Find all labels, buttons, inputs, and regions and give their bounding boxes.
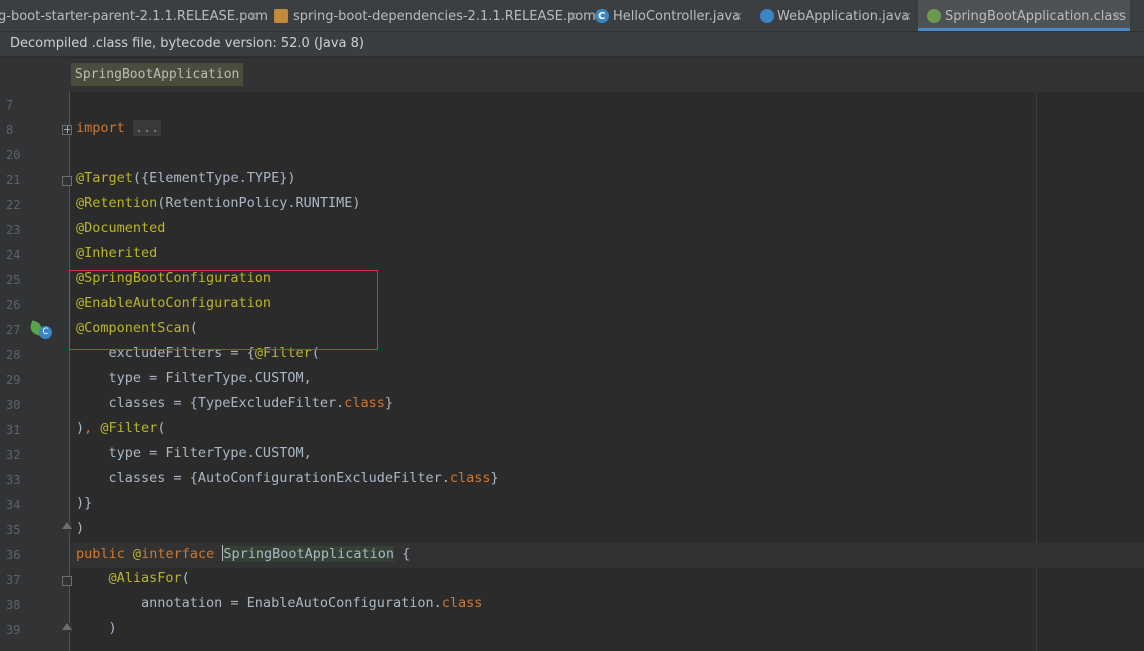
active-tab-indicator bbox=[918, 28, 1130, 31]
annotation-class-icon bbox=[927, 9, 941, 23]
tab-label: g-boot-starter-parent-2.1.1.RELEASE.pom bbox=[0, 9, 268, 24]
close-icon[interactable]: × bbox=[733, 0, 743, 31]
line-number: 26 bbox=[6, 298, 21, 312]
code-line: type = FilterType.CUSTOM, bbox=[76, 445, 312, 461]
code-line: annotation = EnableAutoConfiguration.cla… bbox=[76, 595, 483, 611]
fold-start-icon[interactable] bbox=[62, 176, 72, 186]
code-line: @Retention(RetentionPolicy.RUNTIME) bbox=[76, 195, 361, 211]
line-number: 20 bbox=[6, 148, 21, 162]
line-number: 21 bbox=[6, 173, 21, 187]
code-line: @Documented bbox=[76, 220, 166, 236]
tab-dependencies-pom[interactable]: spring-boot-dependencies-2.1.1.RELEASE.p… bbox=[266, 0, 596, 31]
close-icon[interactable]: × bbox=[248, 0, 258, 31]
line-number: 27 bbox=[6, 323, 21, 337]
code-line: import ... bbox=[76, 120, 162, 136]
highlight-annotation-box bbox=[69, 270, 378, 350]
breadcrumb-item[interactable]: SpringBootApplication bbox=[71, 63, 244, 86]
line-number: 7 bbox=[6, 98, 14, 112]
line-number: 8 bbox=[6, 123, 14, 137]
line-number: 30 bbox=[6, 398, 21, 412]
spring-bean-icon[interactable]: C bbox=[28, 320, 52, 340]
code-line: public @interface SpringBootApplication … bbox=[76, 545, 411, 562]
expand-fold-icon[interactable] bbox=[62, 125, 72, 135]
code-line: ) bbox=[76, 620, 117, 636]
line-number: 39 bbox=[6, 623, 21, 637]
line-number: 25 bbox=[6, 273, 21, 287]
code-line: classes = {AutoConfigurationExcludeFilte… bbox=[76, 470, 499, 486]
line-number: 38 bbox=[6, 598, 21, 612]
tab-hello-controller[interactable]: HelloController.java × bbox=[587, 0, 752, 31]
breadcrumb-bar: SpringBootApplication bbox=[0, 58, 1144, 92]
line-number: 28 bbox=[6, 348, 21, 362]
decompiled-notice-text: Decompiled .class file, bytecode version… bbox=[10, 36, 364, 51]
decompiled-notice-bar: Decompiled .class file, bytecode version… bbox=[0, 32, 1144, 57]
code-line: ) bbox=[76, 520, 85, 536]
line-number: 33 bbox=[6, 473, 21, 487]
code-line: @AliasFor( bbox=[108, 570, 190, 586]
maven-pom-icon bbox=[274, 9, 288, 23]
line-number: 31 bbox=[6, 423, 21, 437]
code-line: @Target({ElementType.TYPE}) bbox=[76, 170, 296, 186]
tab-label: HelloController.java bbox=[613, 9, 741, 24]
line-number: 34 bbox=[6, 498, 21, 512]
tab-web-application[interactable]: WebApplication.java × bbox=[753, 0, 917, 31]
fold-start-icon[interactable] bbox=[62, 576, 72, 586]
line-number: 23 bbox=[6, 223, 21, 237]
line-number: 37 bbox=[6, 573, 21, 587]
web-class-icon bbox=[760, 9, 774, 23]
tab-label: WebApplication.java bbox=[777, 9, 910, 24]
code-line: type = FilterType.CUSTOM, bbox=[76, 370, 312, 386]
editor-tab-bar: g-boot-starter-parent-2.1.1.RELEASE.pom … bbox=[0, 0, 1144, 32]
tab-starter-parent-pom[interactable]: g-boot-starter-parent-2.1.1.RELEASE.pom … bbox=[0, 0, 268, 31]
code-line: @Inherited bbox=[76, 245, 158, 261]
close-icon[interactable]: × bbox=[568, 0, 578, 31]
tab-label: spring-boot-dependencies-2.1.1.RELEASE.p… bbox=[293, 9, 596, 24]
line-number: 35 bbox=[6, 523, 21, 537]
line-number: 22 bbox=[6, 198, 21, 212]
tab-spring-boot-application[interactable]: SpringBootApplication.class × bbox=[918, 0, 1130, 31]
code-line: classes = {TypeExcludeFilter.class} bbox=[76, 395, 394, 411]
line-number: 32 bbox=[6, 448, 21, 462]
line-number: 24 bbox=[6, 248, 21, 262]
fold-end-icon[interactable] bbox=[62, 623, 72, 633]
code-line: ), @Filter( bbox=[76, 420, 166, 436]
fold-end-icon[interactable] bbox=[62, 522, 72, 532]
line-number: 29 bbox=[6, 373, 21, 387]
line-number: 36 bbox=[6, 548, 21, 562]
class-icon bbox=[595, 0, 609, 31]
close-icon[interactable]: × bbox=[902, 0, 912, 31]
code-line: )} bbox=[76, 495, 93, 511]
